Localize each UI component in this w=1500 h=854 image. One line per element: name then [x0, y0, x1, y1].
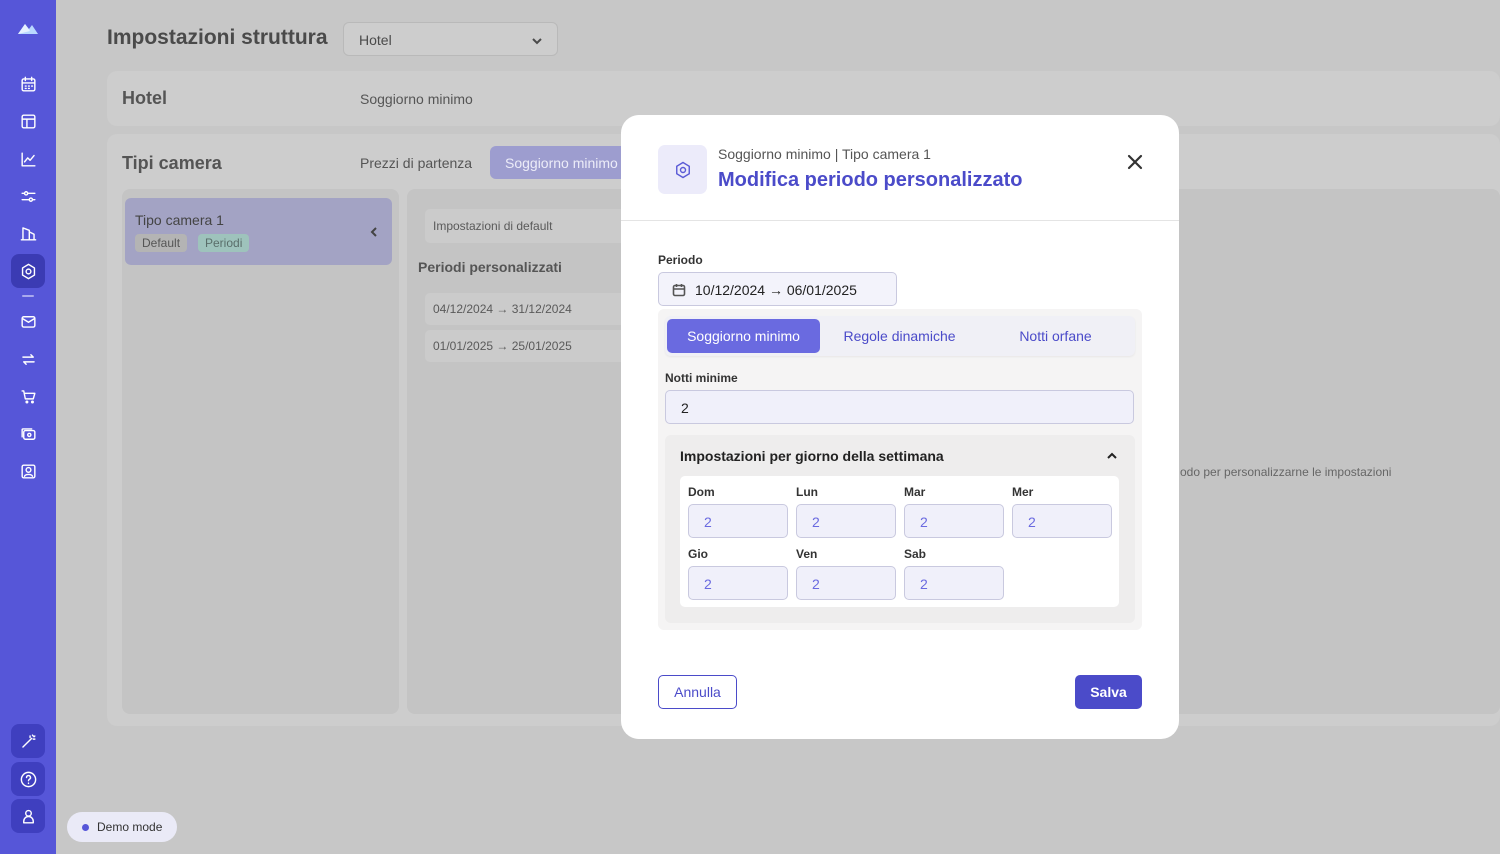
calendar-icon[interactable]: [11, 67, 45, 101]
save-button[interactable]: Salva: [1075, 675, 1142, 709]
custom-periods-label: Periodi personalizzati: [418, 259, 562, 275]
demo-mode-label: Demo mode: [97, 820, 163, 834]
hotel-min-stay-link[interactable]: Soggiorno minimo: [360, 91, 473, 107]
day-input-wednesday[interactable]: 2: [1012, 504, 1112, 538]
hotel-card-title: Hotel: [122, 88, 167, 108]
mail-icon[interactable]: [11, 304, 45, 338]
day-input-friday[interactable]: 2: [796, 566, 896, 600]
chart-icon[interactable]: [11, 142, 45, 176]
logo-icon[interactable]: [11, 11, 45, 45]
day-input-thursday[interactable]: 2: [688, 566, 788, 600]
magic-wand-icon[interactable]: [11, 724, 45, 758]
chevron-left-icon[interactable]: [368, 225, 380, 237]
day-label-friday: Ven: [796, 547, 818, 561]
settings-icon[interactable]: [11, 254, 45, 288]
help-icon[interactable]: [11, 762, 45, 796]
calendar-icon: [672, 283, 686, 297]
min-nights-input[interactable]: 2: [665, 390, 1134, 424]
tab-starting-prices[interactable]: Prezzi di partenza: [360, 155, 472, 171]
sliders-icon[interactable]: [11, 179, 45, 213]
tab-min-stay[interactable]: Soggiorno minimo: [667, 319, 820, 353]
property-select[interactable]: Hotel: [343, 22, 558, 56]
page-title: Impostazioni struttura: [107, 26, 328, 49]
room-types-title: Tipi camera: [122, 153, 222, 173]
day-label-saturday: Sab: [904, 547, 927, 561]
close-icon[interactable]: [1126, 153, 1144, 171]
period-label: Periodo: [658, 253, 703, 267]
period-date-range-input[interactable]: 10/12/2024 → 06/01/2025: [658, 272, 897, 306]
chevron-down-icon: [531, 34, 543, 46]
modal-title: Modifica periodo personalizzato: [718, 169, 1023, 191]
day-input-tuesday[interactable]: 2: [904, 504, 1004, 538]
period-date-range-value: 10/12/2024 → 06/01/2025: [695, 282, 857, 298]
demo-mode-badge[interactable]: Demo mode: [67, 812, 177, 842]
min-nights-label: Notti minime: [665, 371, 738, 385]
sidebar: [0, 0, 56, 854]
tab-orphan-nights[interactable]: Notti orfane: [979, 319, 1132, 353]
building-icon[interactable]: [11, 216, 45, 250]
weekday-grid: Dom 2 Lun 2 Mar 2 Mer 2 Gio 2 Ven 2 Sab …: [680, 476, 1119, 607]
chevron-up-icon[interactable]: [1106, 449, 1118, 461]
day-label-thursday: Gio: [688, 547, 708, 561]
layout-icon[interactable]: [11, 104, 45, 138]
badge-periods: Periodi: [198, 234, 250, 252]
weekday-settings-accordion: Impostazioni per giorno della settimana …: [665, 435, 1135, 623]
status-dot-icon: [82, 824, 89, 831]
room-list: Tipo camera 1 Default Periodi: [122, 189, 399, 714]
contact-icon[interactable]: [11, 454, 45, 488]
cart-icon[interactable]: [11, 379, 45, 413]
room-name: Tipo camera 1: [135, 212, 224, 228]
user-icon[interactable]: [11, 799, 45, 833]
tab-min-stay[interactable]: Soggiorno minimo: [490, 146, 640, 179]
modal-tabbar: Soggiorno minimo Regole dinamiche Notti …: [665, 316, 1135, 356]
sync-icon[interactable]: [11, 342, 45, 376]
day-input-sunday[interactable]: 2: [688, 504, 788, 538]
settings-icon: [658, 145, 707, 194]
badge-default: Default: [135, 234, 188, 252]
day-label-monday: Lun: [796, 485, 818, 499]
empty-hint: odo per personalizzarne le impostazioni: [1180, 465, 1392, 479]
room-item[interactable]: Tipo camera 1 Default Periodi: [125, 198, 392, 265]
cancel-button[interactable]: Annulla: [658, 675, 737, 709]
sidebar-separator: [22, 295, 34, 297]
day-input-monday[interactable]: 2: [796, 504, 896, 538]
tab-dynamic-rules[interactable]: Regole dinamiche: [823, 319, 976, 353]
modal-divider: [621, 220, 1179, 221]
day-label-tuesday: Mar: [904, 485, 926, 499]
channels-icon[interactable]: [11, 417, 45, 451]
day-label-sunday: Dom: [688, 485, 715, 499]
property-select-value: Hotel: [359, 32, 392, 48]
day-input-saturday[interactable]: 2: [904, 566, 1004, 600]
day-label-wednesday: Mer: [1012, 485, 1034, 499]
edit-period-modal: Soggiorno minimo | Tipo camera 1 Modific…: [621, 115, 1179, 739]
weekday-settings-title[interactable]: Impostazioni per giorno della settimana: [680, 448, 944, 464]
modal-subtitle: Soggiorno minimo | Tipo camera 1: [718, 146, 931, 162]
